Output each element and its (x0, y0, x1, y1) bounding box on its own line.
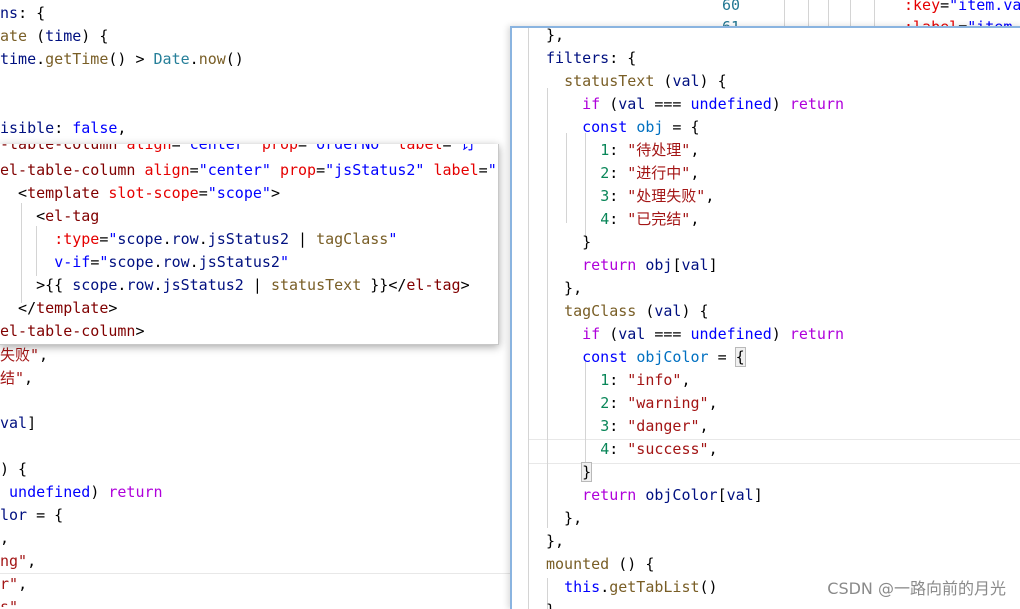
code-line: 结", (0, 369, 34, 387)
code-line: <template slot-scope="scope"> (0, 184, 280, 202)
code-line: ns: { (0, 4, 46, 22)
code-line: time.getTime() > Date.now() (0, 50, 244, 68)
code-line: undefined) return (0, 483, 163, 501)
code-line: 失败", (0, 346, 49, 364)
code-line: if (val === undefined) return (582, 95, 845, 113)
code-line: const objColor = { (582, 347, 746, 367)
code-line: s" (0, 598, 19, 607)
code-line: tagClass (val) { (564, 302, 709, 320)
line-number: 61 (722, 16, 740, 26)
code-line: :label="item (904, 16, 1012, 26)
code-line: el-table-column> (0, 322, 145, 340)
code-line: 1: "待处理", (600, 141, 700, 159)
code-line: } (581, 462, 593, 482)
code-line: :type="scope.row.jsStatus2 | tagClass" (54, 230, 398, 248)
line-number: 60 (722, 0, 741, 14)
code-line: }, (546, 26, 565, 44)
code-line: </template> (0, 299, 118, 317)
code-line: ate (time) { (0, 27, 109, 45)
code-line: :key="item.va (904, 0, 1020, 14)
watermark: CSDN @一路向前的月光 (827, 579, 1006, 598)
code-line: filters: { (546, 49, 637, 67)
code-line: if (val === undefined) return (582, 325, 845, 343)
code-line: return obj[val] (582, 256, 718, 274)
filters-snippet-popup: }, filters: { statusText (val) { if (val… (510, 26, 1020, 609)
code-line: ) { (0, 460, 28, 478)
right-editor-pane[interactable]: 60 :key="item.va 61 :label="item (588, 0, 1020, 26)
clipped-code-line: -table-column align="center" prop="order… (0, 144, 476, 153)
code-line: const obj = { (582, 118, 700, 136)
code-line: lor = { (0, 506, 64, 524)
code-line: }, (546, 509, 583, 527)
code-line: isible: false, (0, 119, 127, 137)
code-line: val] (0, 414, 37, 432)
code-line: ng", (0, 552, 37, 570)
code-line: r", (0, 575, 28, 593)
code-line: 3: "danger", (600, 417, 709, 435)
code-line: }, (546, 532, 565, 550)
code-line: } (546, 599, 555, 609)
template-snippet-popup: -table-column align="center" prop="order… (0, 144, 499, 345)
code-line: 3: "处理失败", (600, 187, 715, 205)
code-line: statusText (val) { (564, 72, 727, 90)
code-line: <el-tag (0, 207, 100, 225)
code-line: 2: "warning", (600, 394, 718, 412)
code-line: el-table-column align="center" prop="jsS… (0, 161, 497, 179)
code-line: 2: "进行中", (600, 164, 700, 182)
code-line: }, (546, 279, 583, 297)
code-line: this.getTabList() (564, 578, 718, 596)
code-line: >{{ scope.row.jsStatus2 | statusText }}<… (0, 276, 470, 294)
code-line: 4: "success", (600, 440, 718, 458)
code-line: v-if="scope.row.jsStatus2" (54, 253, 289, 271)
code-line: , (0, 529, 10, 547)
code-line: } (546, 233, 592, 251)
code-line: 4: "已完结", (600, 210, 700, 228)
code-line: 1: "info", (600, 371, 691, 389)
code-line: mounted () { (546, 555, 655, 573)
code-line: return objColor[val] (582, 486, 763, 504)
